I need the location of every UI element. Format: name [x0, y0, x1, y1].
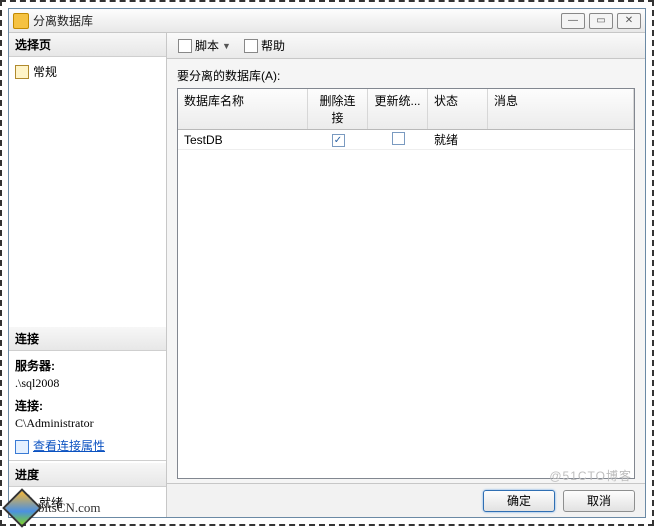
select-page-header: 选择页	[9, 33, 166, 57]
view-connection-properties-link[interactable]: 查看连接属性	[33, 439, 105, 453]
col-update-stats[interactable]: 更新统...	[368, 89, 428, 129]
cell-status: 就绪	[428, 129, 488, 150]
grid-header: 数据库名称 删除连接 更新统... 状态 消息	[178, 89, 634, 130]
maximize-button[interactable]: ▭	[589, 13, 613, 29]
help-label: 帮助	[261, 37, 285, 54]
connection-props-icon	[15, 440, 29, 454]
page-general-label: 常规	[33, 63, 57, 80]
ok-button[interactable]: 确定	[483, 490, 555, 512]
page-general[interactable]: 常规	[15, 61, 160, 82]
dialog-window: 分离数据库 — ▭ ✕ 选择页 常规 连接 服务器: .\sql2008 连接:…	[8, 8, 646, 518]
col-drop-connections[interactable]: 删除连接	[308, 89, 368, 129]
cell-message	[488, 138, 634, 142]
col-message[interactable]: 消息	[488, 89, 634, 129]
table-row[interactable]: TestDB ✓ 就绪	[178, 130, 634, 150]
sidebar: 选择页 常规 连接 服务器: .\sql2008 连接: C\Administr…	[9, 33, 167, 517]
databases-grid[interactable]: 数据库名称 删除连接 更新统... 状态 消息 TestDB ✓	[177, 88, 635, 479]
help-button[interactable]: 帮助	[239, 34, 290, 57]
logo-text: bitsCN.com	[38, 500, 100, 516]
update-stats-checkbox[interactable]	[392, 132, 405, 145]
connection-value: C\Administrator	[15, 416, 160, 431]
cell-db-name: TestDB	[178, 131, 308, 149]
page-icon	[15, 65, 29, 79]
main-panel: 脚本 ▼ 帮助 要分离的数据库(A): 数据库名称 删除连接 更新统... 状态	[167, 33, 645, 517]
close-button[interactable]: ✕	[617, 13, 641, 29]
connection-header: 连接	[9, 327, 166, 351]
cancel-button[interactable]: 取消	[563, 490, 635, 512]
server-label: 服务器:	[15, 357, 160, 374]
window-title: 分离数据库	[33, 12, 561, 29]
minimize-button[interactable]: —	[561, 13, 585, 29]
script-button[interactable]: 脚本 ▼	[173, 34, 235, 57]
view-connection-properties[interactable]: 查看连接属性	[15, 437, 160, 454]
script-icon	[178, 39, 192, 53]
databases-label: 要分离的数据库(A):	[177, 67, 635, 84]
progress-header: 进度	[9, 463, 166, 487]
chevron-down-icon: ▼	[222, 41, 230, 51]
col-status[interactable]: 状态	[428, 89, 488, 129]
app-icon	[13, 13, 29, 29]
dialog-footer: 确定 取消	[167, 483, 645, 517]
logo-icon	[2, 488, 42, 528]
drop-connections-checkbox[interactable]: ✓	[332, 134, 345, 147]
script-label: 脚本	[195, 37, 219, 54]
connection-label: 连接:	[15, 397, 160, 414]
toolbar: 脚本 ▼ 帮助	[167, 33, 645, 59]
col-name[interactable]: 数据库名称	[178, 89, 308, 129]
help-icon	[244, 39, 258, 53]
server-value: .\sql2008	[15, 376, 160, 391]
titlebar: 分离数据库 — ▭ ✕	[9, 9, 645, 33]
logo: bitsCN.com	[8, 494, 100, 522]
